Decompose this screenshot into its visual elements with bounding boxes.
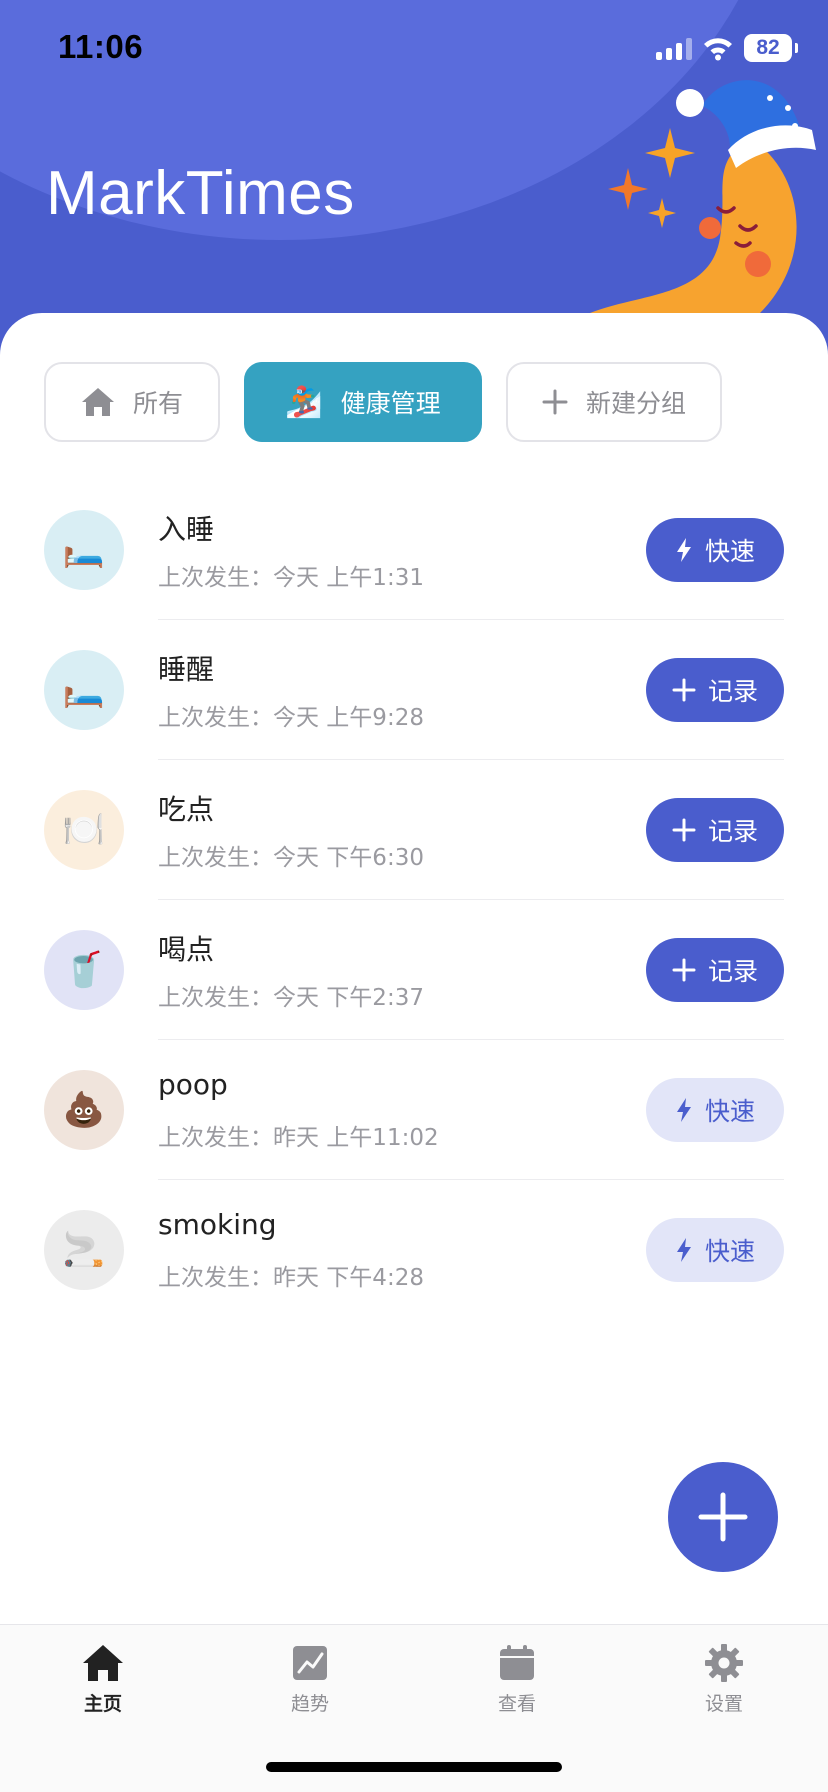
action-label: 记录	[707, 817, 758, 846]
new-group-button[interactable]: 新建分组	[506, 362, 722, 442]
action-label: 快速	[704, 537, 755, 566]
record-button[interactable]: 记录	[646, 938, 784, 1002]
bolt-icon	[676, 1098, 691, 1122]
plus-icon	[672, 818, 696, 842]
gear-icon	[705, 1644, 743, 1682]
bolt-icon	[676, 538, 691, 562]
poop-icon: 💩	[44, 1070, 124, 1150]
quick-button[interactable]: 快速	[646, 518, 784, 582]
wifi-icon	[704, 38, 732, 61]
plus-icon	[542, 389, 568, 415]
snowboarder-icon: 🏂	[285, 384, 323, 420]
list-item[interactable]: 🍽️ 吃点 上次发生：今天 下午6:30 记录	[0, 760, 828, 900]
bed-icon: 🛏️	[44, 650, 124, 730]
tab-view[interactable]: 查看	[457, 1643, 577, 1716]
add-event-button[interactable]	[668, 1462, 778, 1572]
sleeping-moon-illustration	[590, 80, 816, 313]
event-last-occurred: 上次发生：昨天 下午4:28	[158, 1265, 424, 1291]
tab-settings[interactable]: 设置	[664, 1643, 784, 1716]
trend-icon	[293, 1646, 327, 1680]
action-label: 快速	[704, 1237, 755, 1266]
event-name: 吃点	[158, 793, 215, 826]
quick-button[interactable]: 快速	[646, 1078, 784, 1142]
group-chip-all[interactable]: 所有	[44, 362, 220, 442]
event-last-occurred: 上次发生：今天 上午1:31	[158, 565, 424, 591]
event-last-occurred: 上次发生：昨天 上午11:02	[158, 1125, 439, 1151]
event-name: 睡醒	[158, 653, 215, 686]
bed-icon: 🛏️	[44, 510, 124, 590]
event-last-occurred: 上次发生：今天 下午2:37	[158, 985, 424, 1011]
cigarette-icon: 🚬	[44, 1210, 124, 1290]
battery-icon: 82	[744, 34, 798, 62]
calendar-icon	[500, 1645, 534, 1680]
status-time: 11:06	[58, 28, 144, 65]
event-list: 🛏️ 入睡 上次发生：今天 上午1:31 快速 🛏️ 睡醒 上次发生：今天 上午…	[0, 480, 828, 1320]
event-name: 入睡	[158, 513, 215, 546]
drink-icon: 🥤	[44, 930, 124, 1010]
event-name: poop	[158, 1068, 228, 1101]
app-title: MarkTimes	[46, 159, 355, 228]
tab-label: 查看	[497, 1693, 536, 1715]
tab-label: 趋势	[290, 1693, 329, 1715]
event-name: smoking	[158, 1208, 277, 1241]
home-icon	[81, 388, 114, 416]
action-label: 记录	[707, 677, 758, 706]
list-item[interactable]: 🥤 喝点 上次发生：今天 下午2:37 记录	[0, 900, 828, 1040]
event-name: 喝点	[158, 933, 215, 966]
tab-trends[interactable]: 趋势	[250, 1643, 370, 1716]
list-item[interactable]: 💩 poop 上次发生：昨天 上午11:02 快速	[0, 1040, 828, 1180]
group-chip-label: 新建分组	[585, 389, 686, 418]
plus-icon	[698, 1492, 748, 1542]
list-item[interactable]: 🛏️ 入睡 上次发生：今天 上午1:31 快速	[0, 480, 828, 620]
group-chip-label: 所有	[132, 389, 183, 418]
battery-level: 82	[756, 36, 780, 59]
plus-icon	[672, 958, 696, 982]
list-item[interactable]: 🛏️ 睡醒 上次发生：今天 上午9:28 记录	[0, 620, 828, 760]
event-last-occurred: 上次发生：今天 上午9:28	[158, 705, 424, 731]
plate-icon: 🍽️	[44, 790, 124, 870]
list-item[interactable]: 🚬 smoking 上次发生：昨天 下午4:28 快速	[0, 1180, 828, 1320]
tab-label: 设置	[704, 1693, 743, 1715]
signal-icon	[656, 36, 692, 60]
action-label: 快速	[704, 1097, 755, 1126]
action-label: 记录	[707, 957, 758, 986]
status-icons: 82	[656, 34, 798, 62]
tab-home[interactable]: 主页	[43, 1643, 163, 1716]
event-last-occurred: 上次发生：今天 下午6:30	[158, 845, 424, 871]
plus-icon	[672, 678, 696, 702]
quick-button[interactable]: 快速	[646, 1218, 784, 1282]
header: 11:06 82 MarkTimes	[0, 0, 828, 360]
record-button[interactable]: 记录	[646, 798, 784, 862]
group-chip-label: 健康管理	[340, 389, 441, 418]
tab-label: 主页	[83, 1693, 122, 1715]
home-icon	[83, 1645, 123, 1681]
home-indicator	[266, 1762, 562, 1772]
bolt-icon	[676, 1238, 691, 1262]
group-tabs: 所有 🏂 健康管理 新建分组	[44, 362, 722, 442]
group-chip-health[interactable]: 🏂 健康管理	[244, 362, 482, 442]
record-button[interactable]: 记录	[646, 658, 784, 722]
